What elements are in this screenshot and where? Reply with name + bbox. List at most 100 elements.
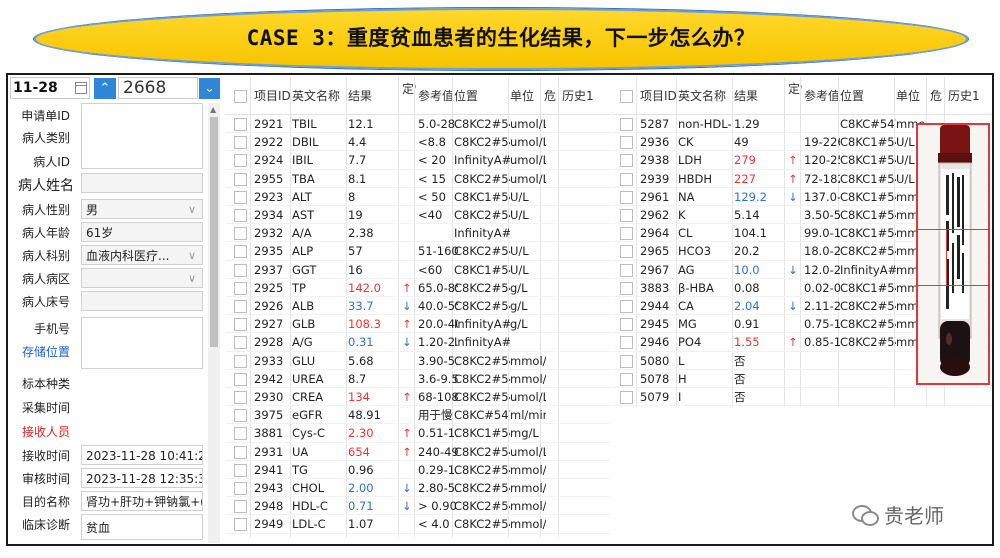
row-checkbox-cell [234,497,247,515]
row-checkbox[interactable] [234,336,247,350]
cell-en: HCO3 [678,244,712,259]
row-checkbox[interactable] [620,354,633,368]
field-value-15[interactable]: 2023-11-28 12:35:30 [81,468,203,488]
field-value-17[interactable]: 贫血 [81,514,203,540]
table-row[interactable]: 2937 GGT 16 <60 C8KC1#54 U/L [226,261,610,279]
header-result[interactable]: 结果 [348,77,408,115]
row-checkbox[interactable] [234,209,247,222]
field-value-7[interactable]: ∨ [81,268,203,288]
row-checkbox[interactable] [234,300,247,313]
row-checkbox[interactable] [234,427,247,441]
row-checkbox[interactable] [620,209,633,222]
chevron-down-icon[interactable]: ∨ [188,269,196,287]
table-row[interactable]: 2933 GLU 5.68 3.90-5.90C8KC2#54mmol/L [226,352,610,370]
row-checkbox[interactable] [234,482,247,495]
table-row[interactable]: 2921 TBIL 12.1 5.0-28.0C8KC2#54umol/L [226,115,610,134]
phone-storage-box[interactable] [81,317,203,369]
row-checkbox[interactable] [620,300,633,313]
row-checkbox[interactable] [234,391,247,404]
field-value-8[interactable] [81,291,203,311]
row-checkbox[interactable] [234,500,247,514]
table-row[interactable]: 2925 TP 142.0 ↑ 65.0-85.0C8KC2#54g/L [226,279,610,297]
row-checkbox[interactable] [620,318,633,332]
table-row[interactable]: 2943 CHOL 2.00 ↓ 2.80-5.70C8KC2#54mmol/L [226,479,610,498]
scroll-up-icon[interactable]: ▲ [210,105,216,114]
field-value-4[interactable]: 男 ∨ [81,199,203,219]
table-row[interactable]: 2927 GLB 108.3 ↑ 20.0-40.0InfinityA#g/L [226,315,610,334]
row-checkbox[interactable] [620,336,633,350]
calendar-icon[interactable] [75,82,87,94]
patient-scrollbar[interactable]: ▲ [208,103,220,543]
chevron-down-icon[interactable]: ∨ [188,200,196,218]
table-row[interactable]: 2928 A/G 0.31 ↓ 1.20-2.40InfinityA# [226,333,610,352]
table-row[interactable]: 2941 TG 0.96 0.29-1.83C8KC2#54mmol/L [226,461,610,479]
row-checkbox[interactable] [234,281,247,295]
row-checkbox[interactable] [234,354,247,368]
field-value-3[interactable] [81,173,203,193]
cell-ref: 19-226 [804,135,840,150]
row-checkbox[interactable] [234,463,247,477]
row-checkbox[interactable] [234,518,247,532]
row-checkbox[interactable] [620,281,633,295]
table-row[interactable]: 2931 UA 654 ↑ 240-490C8KC2#54umol/L [226,443,610,461]
row-checkbox[interactable] [620,227,633,241]
field-value-14[interactable]: 2023-11-28 10:41:27 [81,445,203,465]
row-checkbox[interactable] [620,372,633,386]
scroll-thumb[interactable] [210,117,218,347]
table-row[interactable]: 3881 Cys-C 2.30 ↑ 0.51-1.09C8KC1#54mg/L [226,424,610,443]
table-row[interactable]: 2926 ALB 33.7 ↓ 40.0-55.0C8KC2#54g/L [226,297,610,316]
spinner-up-button[interactable]: ⌃ [94,78,116,99]
sample-number-input[interactable]: 2668 [118,77,198,99]
row-checkbox[interactable] [234,190,247,204]
row-checkbox[interactable] [234,318,247,332]
date-input[interactable]: 11-28 [10,77,90,99]
row-checkbox[interactable] [620,136,633,150]
field-value-16[interactable]: 肾功+肝功+钾钠氯+( [81,491,203,511]
row-checkbox[interactable] [234,245,247,259]
row-checkbox[interactable] [234,154,247,168]
field-value-6[interactable]: 血液内科医疗... ∨ [81,245,203,265]
row-checkbox[interactable] [234,172,247,186]
row-checkbox[interactable] [620,263,633,277]
table-row[interactable]: 2932 A/A 2.38 InfinityA# [226,224,610,243]
header-en[interactable]: 英文名称 [292,77,352,115]
select-all-checkbox[interactable] [620,90,633,103]
table-row[interactable]: 2924 IBIL 7.7 < 20 InfinityA# umol/L [226,151,610,170]
header-result[interactable]: 结果 [734,77,794,115]
row-checkbox[interactable] [620,172,633,186]
header-history[interactable]: 历史1 [948,77,992,115]
chevron-down-icon[interactable]: ∨ [188,246,196,264]
header-pos[interactable]: 位置 [454,77,514,115]
row-checkbox[interactable] [620,245,633,259]
row-checkbox-cell [234,188,247,206]
field-label: 接收人员 [21,425,70,439]
row-checkbox[interactable] [234,227,247,241]
row-checkbox[interactable] [234,445,247,459]
spinner-down-button[interactable]: ⌄ [199,78,220,99]
table-row[interactable]: 2949 LDL-C 1.07 < 4.0 C8KC2#54mmol/L [226,515,610,534]
select-all-checkbox[interactable] [234,90,247,103]
patient-info-box[interactable] [81,103,203,169]
table-row[interactable]: 2922 DBIL 4.4 <8.8 C8KC2#54 umol/L [226,133,610,152]
table-row[interactable]: 2934 AST 19 <40 C8KC2#54 U/L [226,206,610,225]
row-checkbox[interactable] [620,118,633,131]
table-row[interactable]: 2930 CREA 134 ↑ 68-108 C8KC2#54 umol/L [226,388,610,407]
row-checkbox[interactable] [234,136,247,150]
table-row[interactable]: 2942 UREA 8.7 3.6-9.5C8KC2#54mmol/L [226,370,610,388]
row-checkbox[interactable] [620,190,633,204]
table-row[interactable]: 2955 TBA 8.1 < 15 C8KC2#54 umol/L [226,170,610,188]
row-checkbox[interactable] [234,372,247,386]
table-row[interactable]: 3975 eGFR 48.91 用于慢 C8KC#547 ml/min [226,406,610,425]
row-checkbox[interactable] [234,118,247,131]
header-pos[interactable]: 位置 [840,77,900,115]
field-value-5[interactable]: 61岁 [81,222,203,242]
row-checkbox[interactable] [620,154,633,168]
table-row[interactable]: 2948 HDL-C 0.71 ↓ > 0.90C8KC2#54mmol/L [226,497,610,516]
table-row[interactable]: 5079 I 否 [612,388,992,407]
row-checkbox[interactable] [620,391,633,404]
row-checkbox[interactable] [234,263,247,277]
header-en[interactable]: 英文名称 [678,77,738,115]
table-row[interactable]: 2935 ALP 57 51-160 C8KC2#54 U/L [226,242,610,261]
row-checkbox[interactable] [234,409,247,423]
table-row[interactable]: 2923 ALT 8 < 50 C8KC1#54 U/L [226,188,610,206]
